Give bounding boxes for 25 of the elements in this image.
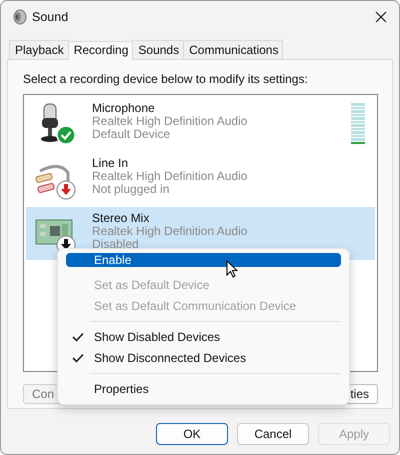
device-status: Default Device: [92, 128, 172, 141]
menu-item[interactable]: Show Disconnected Devices: [66, 348, 341, 368]
device-driver: Realtek High Definition Audio: [92, 115, 248, 128]
window-title: Sound: [32, 10, 70, 24]
device-name: Stereo Mix: [92, 212, 150, 225]
device-status: Not plugged in: [92, 183, 170, 196]
dialog-button[interactable]: Cancel: [237, 423, 309, 445]
device-driver: Realtek High Definition Audio: [92, 170, 248, 183]
device-name: Line In: [92, 157, 130, 170]
device-item[interactable]: Line In Realtek High Definition Audio Not plugged in: [26, 152, 375, 205]
menu-item[interactable]: Properties: [66, 379, 341, 399]
menu-item[interactable]: Enable: [66, 253, 341, 267]
tab[interactable]: Recording: [68, 41, 134, 60]
device-item[interactable]: Microphone Realtek High Definition Audio Default Device: [26, 97, 375, 150]
device-name: Microphone: [92, 102, 156, 115]
tab[interactable]: Playback: [9, 40, 69, 59]
device-status: Disabled: [92, 238, 139, 251]
instruction-text: Select a recording device below to modify its settings:: [23, 72, 309, 86]
cursor-icon: [226, 260, 238, 278]
dialog-button[interactable]: OK: [156, 423, 228, 445]
device-driver: Realtek High Definition Audio: [92, 225, 248, 238]
tab[interactable]: Communications: [183, 40, 284, 59]
close-icon[interactable]: [375, 11, 387, 23]
speaker-icon: [11, 9, 27, 25]
menu-item[interactable]: Show Disabled Devices: [66, 327, 341, 347]
